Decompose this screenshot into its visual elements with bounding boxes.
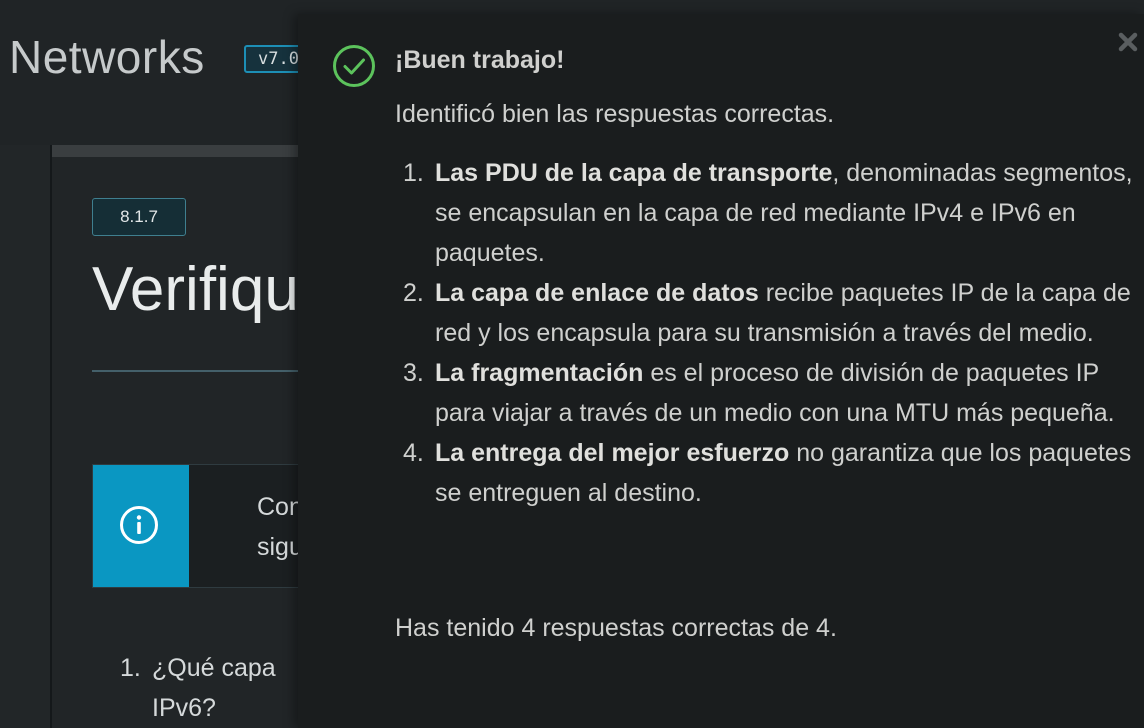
feedback-subtitle: Identificó bien las respuestas correctas… xyxy=(395,100,835,128)
feedback-title: ¡Buen trabajo! xyxy=(395,46,565,74)
feedback-list-item: 4. La entrega del mejor esfuerzo no garan… xyxy=(403,439,1132,507)
info-callout-sidebar xyxy=(93,465,189,587)
question-text-line1: ¿Qué capa xyxy=(152,654,276,682)
app-title: Networks xyxy=(9,31,205,83)
feedback-list-item: 1. Las PDU de la capa de transporte, deno… xyxy=(403,159,1133,267)
feedback-list-item: 2. La capa de enlace de datos recibe paqu… xyxy=(403,279,1131,347)
close-icon[interactable] xyxy=(1112,26,1144,58)
info-icon xyxy=(120,506,158,544)
question-number: 1. xyxy=(120,654,141,682)
question-item: 1. ¿Qué capa IPv6? xyxy=(120,648,276,728)
question-text-line2: IPv6? xyxy=(152,694,216,722)
feedback-score: Has tenido 4 respuestas correctas de 4. xyxy=(395,614,837,642)
info-callout-text: Con sigu xyxy=(257,493,303,561)
left-rail xyxy=(0,145,52,728)
feedback-list: 1. Las PDU de la capa de transporte, deno… xyxy=(395,153,1135,513)
feedback-panel: ¡Buen trabajo! Identificó bien las respu… xyxy=(298,14,1144,728)
check-circle-icon xyxy=(333,45,375,87)
feedback-list-item: 3. La fragmentación es el proceso de divi… xyxy=(403,359,1115,427)
section-number-badge: 8.1.7 xyxy=(92,198,186,236)
